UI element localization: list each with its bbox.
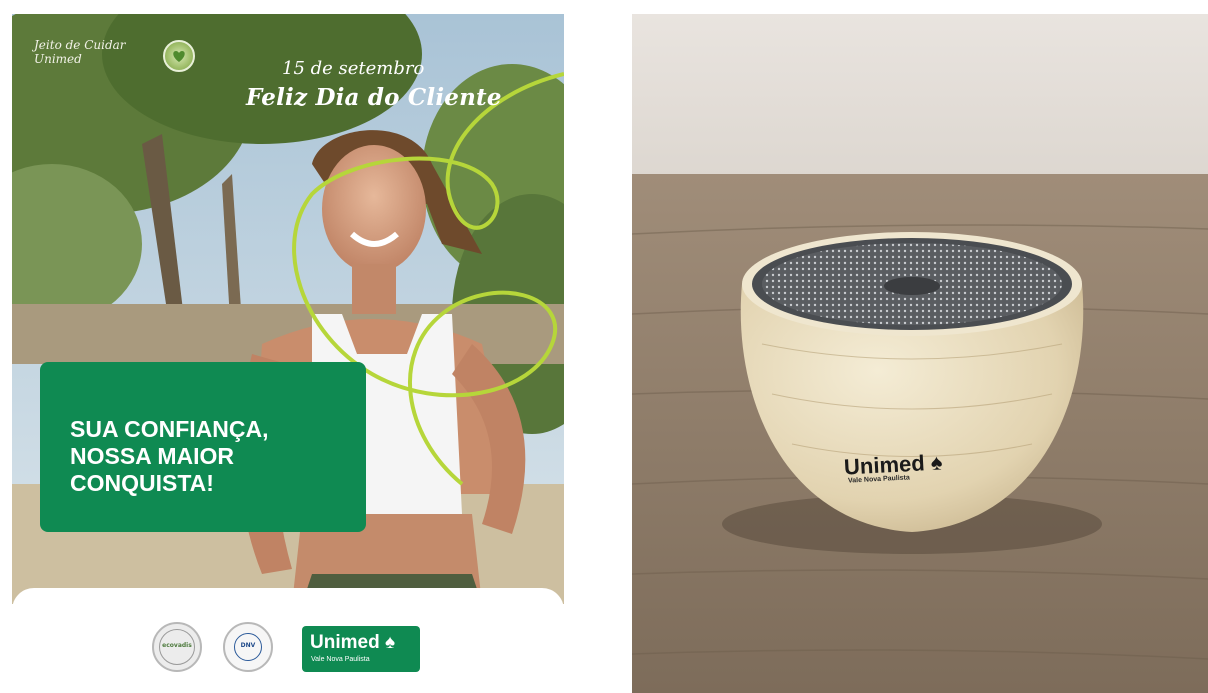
ecovadis-label: ecovadis: [162, 642, 192, 649]
heart-seal-icon: [163, 40, 195, 72]
dnv-label: DNV: [240, 642, 256, 649]
unimed-logo: Unimed ♠ Vale Nova Paulista: [302, 626, 420, 672]
ecovadis-badge: ecovadis: [152, 622, 202, 672]
speaker-scene: [632, 14, 1208, 693]
unimed-logo-sub: Vale Nova Paulista: [311, 656, 370, 663]
brand-script-logo: Jeito de Cuidar Unimed: [34, 38, 126, 66]
footer-panel: [12, 588, 564, 686]
headline-start: Feliz: [246, 84, 316, 111]
unimed-tree-icon: ♠: [930, 449, 944, 476]
headline-accent: Dia do Cliente: [315, 84, 502, 111]
message-card: SUA CONFIANÇA, NOSSA MAIOR CONQUISTA!: [40, 362, 366, 532]
unimed-logo-name: Unimed ♠: [310, 632, 395, 654]
unimed-logo-text: Unimed: [310, 632, 380, 653]
unimed-tree-icon: ♠: [384, 632, 396, 653]
headline: Feliz Dia do Cliente: [246, 84, 502, 111]
dnv-badge: DNV: [223, 622, 273, 672]
card-text: SUA CONFIANÇA, NOSSA MAIOR CONQUISTA!: [70, 416, 269, 496]
speaker-photo: Unimed ♠ Vale Nova Paulista: [632, 14, 1208, 693]
date-line: 15 de setembro: [282, 58, 425, 79]
campaign-poster: Jeito de Cuidar Unimed 15 de setembro Fe…: [12, 14, 564, 686]
